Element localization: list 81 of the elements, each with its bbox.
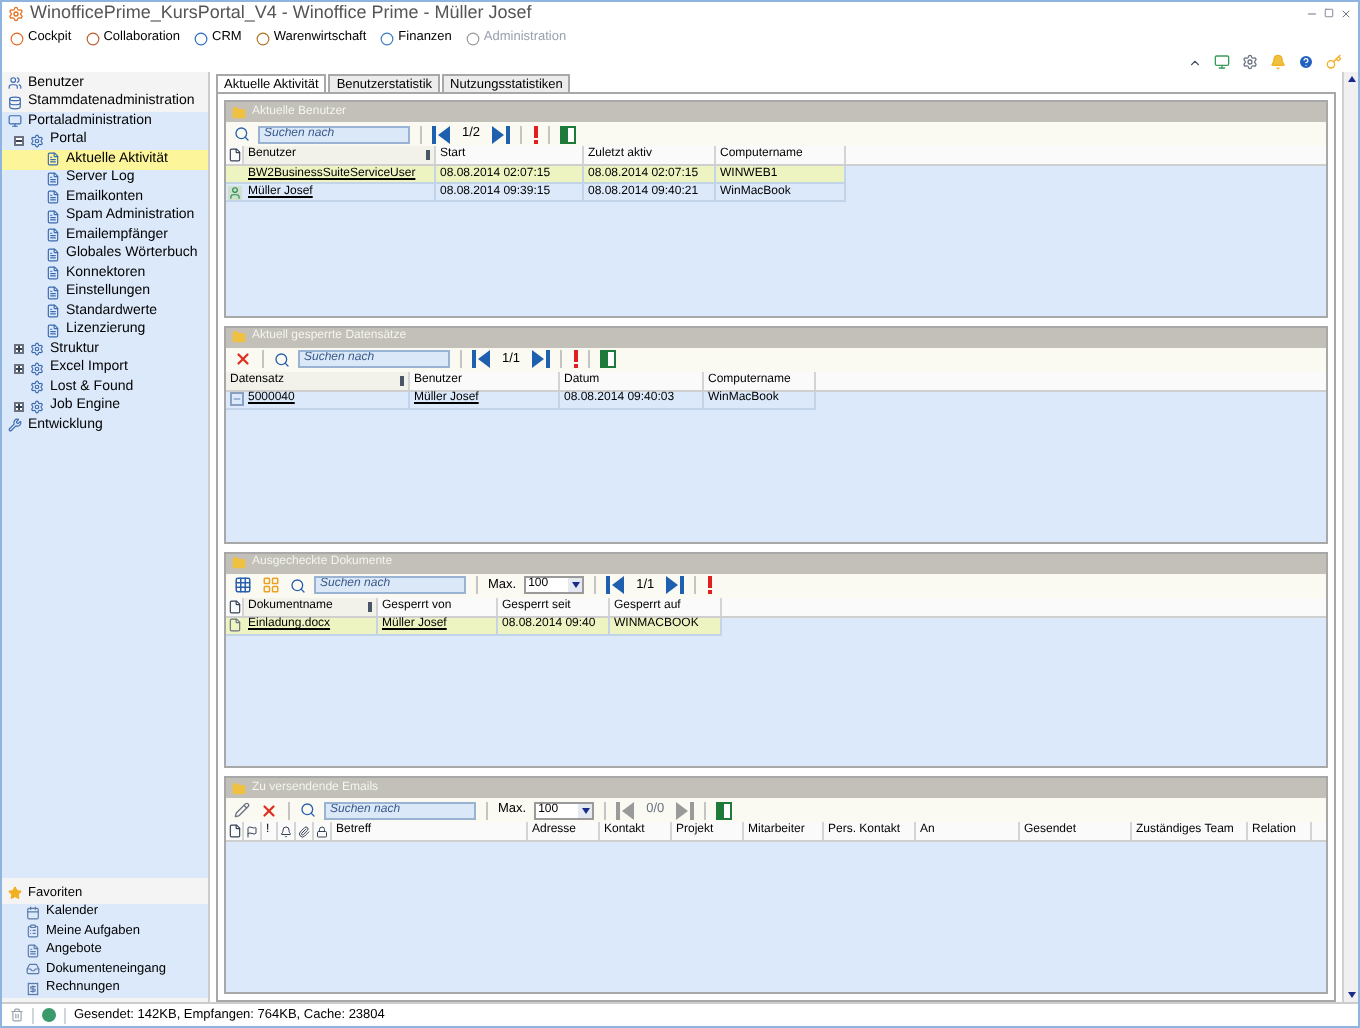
- module-icon: [380, 31, 395, 45]
- lock-icon: [316, 825, 328, 838]
- item-icon: [30, 380, 44, 395]
- module-icon: [194, 31, 208, 45]
- user-icon: [228, 185, 242, 199]
- item-icon: [46, 304, 60, 319]
- item-icon: [30, 399, 44, 414]
- first-page-icon[interactable]: [432, 125, 450, 143]
- alert-icon[interactable]: [532, 125, 539, 143]
- module-icon: [465, 31, 480, 45]
- folder-icon: [232, 781, 246, 796]
- scrollbar[interactable]: [1342, 72, 1358, 1002]
- document-icon: [227, 824, 241, 839]
- favorite-icon: [26, 962, 40, 977]
- module-icon: [10, 31, 24, 45]
- last-page-icon[interactable]: [532, 350, 551, 369]
- folder-icon: [232, 105, 246, 119]
- item-icon: [30, 342, 44, 357]
- caret-icon: [581, 807, 590, 814]
- item-icon: [30, 133, 44, 148]
- app-logo-icon: [8, 5, 24, 21]
- document-icon: [227, 599, 241, 613]
- first-page-icon[interactable]: [472, 350, 490, 369]
- spreadsheet-icon[interactable]: [716, 801, 733, 820]
- item-icon: [8, 114, 22, 129]
- search-icon[interactable]: [300, 802, 316, 819]
- folder-icon: [232, 556, 246, 570]
- flag-icon: [246, 825, 258, 838]
- edit-icon[interactable]: [234, 802, 250, 819]
- connection-status-icon: [42, 1008, 56, 1022]
- delete-icon[interactable]: [260, 801, 278, 820]
- search-icon[interactable]: [290, 577, 306, 593]
- collapse-toggle[interactable]: [14, 135, 24, 146]
- item-icon: [46, 209, 60, 224]
- collapse-icon[interactable]: [1188, 55, 1202, 69]
- item-icon: [46, 285, 60, 300]
- item-icon: [8, 76, 22, 91]
- screen-icon[interactable]: [1214, 54, 1230, 70]
- spreadsheet-icon[interactable]: [560, 125, 577, 143]
- alert-icon[interactable]: [706, 576, 713, 594]
- document-icon: [228, 618, 242, 632]
- delete-icon[interactable]: [234, 350, 252, 369]
- module-icon: [85, 31, 100, 45]
- last-page-icon[interactable]: [666, 576, 685, 594]
- item-icon: [8, 95, 22, 110]
- item-icon: [46, 266, 60, 281]
- settings-icon[interactable]: [1242, 54, 1258, 70]
- document-icon: [227, 148, 241, 162]
- bell-icon: [280, 825, 292, 838]
- item-icon: [46, 247, 60, 262]
- favorite-icon: [26, 924, 40, 939]
- item-icon: [46, 190, 60, 205]
- close-icon[interactable]: [1340, 7, 1352, 19]
- favorite-icon: [26, 905, 40, 920]
- maximize-icon[interactable]: [1324, 8, 1334, 18]
- spreadsheet-icon[interactable]: [600, 350, 617, 369]
- item-icon: [46, 228, 60, 243]
- favorite-icon: [26, 943, 40, 958]
- item-icon: [46, 323, 60, 338]
- tiles-icon[interactable]: [262, 576, 280, 594]
- record-icon: [230, 392, 244, 407]
- last-page-icon[interactable]: [492, 125, 511, 143]
- alert-icon[interactable]: [572, 350, 579, 369]
- expand-toggle[interactable]: [14, 401, 24, 412]
- first-page-icon[interactable]: [606, 576, 625, 594]
- help-icon[interactable]: [1298, 54, 1314, 70]
- trash-icon[interactable]: [10, 1008, 24, 1022]
- folder-icon: [232, 330, 246, 345]
- item-icon: [46, 171, 60, 186]
- favorite-icon: [26, 981, 40, 996]
- module-icon: [255, 31, 270, 45]
- item-icon: [30, 361, 44, 376]
- item-icon: [46, 152, 60, 167]
- search-icon[interactable]: [274, 351, 290, 368]
- grid-icon[interactable]: [234, 576, 252, 594]
- paperclip-icon: [298, 825, 310, 838]
- star-icon: [8, 886, 22, 900]
- item-icon: [8, 418, 22, 433]
- caret-icon: [571, 582, 580, 588]
- window-title: WinofficePrime_KursPortal_V4 - Winoffice Prime - Müller Josef: [30, 2, 534, 26]
- search-icon[interactable]: [234, 126, 250, 142]
